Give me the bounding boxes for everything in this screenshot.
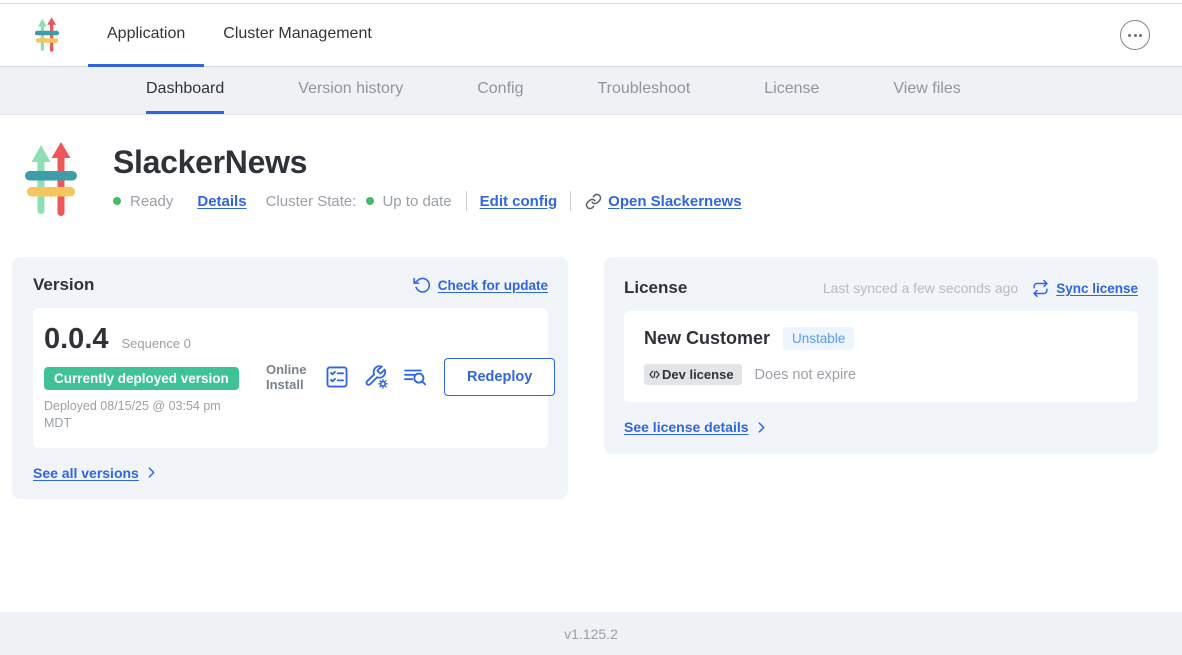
subnav-config[interactable]: Config [477, 67, 523, 114]
page-title: SlackerNews [113, 144, 742, 181]
tab-cluster-management[interactable]: Cluster Management [204, 4, 391, 67]
tab-application[interactable]: Application [88, 4, 204, 67]
deployed-timestamp: Deployed 08/15/25 @ 03:54 pm MDT [44, 398, 249, 432]
app-subnav: Dashboard Version history Config Trouble… [0, 67, 1182, 115]
license-card: License Last synced a few seconds ago Sy… [604, 257, 1158, 454]
ready-status-dot [113, 197, 121, 205]
app-header: Application Cluster Management [0, 4, 1182, 67]
version-sequence: Sequence 0 [122, 336, 191, 351]
last-synced-text: Last synced a few seconds ago [823, 280, 1018, 296]
cluster-state-text: Up to date [382, 193, 451, 210]
subnav-version-history[interactable]: Version history [298, 67, 403, 114]
sync-license-link[interactable]: Sync license [1056, 281, 1138, 296]
dashboard-cards: Version Check for update 0.0.4 Sequ [12, 257, 1158, 499]
license-expiry: Does not expire [755, 367, 857, 383]
link-icon [585, 193, 602, 210]
divider [466, 191, 467, 211]
status-details-link[interactable]: Details [197, 193, 246, 210]
config-tools-icon[interactable] [363, 364, 389, 390]
subnav-dashboard[interactable]: Dashboard [146, 67, 224, 114]
chevron-right-icon [754, 420, 769, 435]
refresh-icon [413, 276, 431, 294]
app-status-text: Ready [130, 193, 173, 210]
license-card-title: License [624, 278, 687, 298]
subnav-license[interactable]: License [764, 67, 819, 114]
app-heading-section: SlackerNews Ready Details Cluster State:… [12, 142, 1158, 218]
license-card-header: License Last synced a few seconds ago Sy… [624, 278, 1138, 298]
chevron-right-icon [144, 465, 159, 480]
currently-deployed-badge: Currently deployed version [44, 367, 239, 390]
customer-name: New Customer [644, 328, 770, 349]
see-all-versions-link[interactable]: See all versions [33, 465, 139, 481]
edit-config-link[interactable]: Edit config [480, 193, 558, 210]
more-options-icon [1128, 34, 1131, 37]
view-logs-icon[interactable] [402, 364, 428, 390]
license-panel: New Customer Unstable Dev license [624, 311, 1138, 402]
sync-icon [1032, 280, 1049, 297]
divider [570, 191, 571, 211]
console-version: v1.125.2 [564, 626, 618, 642]
version-card-title: Version [33, 275, 94, 295]
channel-badge: Unstable [783, 327, 854, 350]
check-for-update-link[interactable]: Check for update [438, 278, 548, 293]
header-right [1120, 4, 1150, 66]
code-icon [648, 368, 661, 381]
current-version-panel: 0.0.4 Sequence 0 Currently deployed vers… [33, 308, 548, 448]
version-actions: Online Install [266, 358, 555, 396]
app-footer: v1.125.2 [0, 612, 1182, 655]
app-logo[interactable] [33, 4, 61, 66]
install-type-label: Online Install [266, 362, 311, 393]
app-status-row: Ready Details Cluster State: Up to date … [113, 191, 742, 211]
dashboard-main: SlackerNews Ready Details Cluster State:… [0, 115, 1182, 612]
license-type-text: Dev license [662, 367, 734, 382]
subnav-troubleshoot[interactable]: Troubleshoot [597, 67, 690, 114]
cluster-state-dot [366, 197, 374, 205]
license-type-badge: Dev license [644, 364, 742, 385]
version-card: Version Check for update 0.0.4 Sequ [12, 257, 568, 499]
cluster-state-label: Cluster State: [266, 193, 357, 210]
open-app-link[interactable]: Open Slackernews [608, 193, 741, 210]
subnav-view-files[interactable]: View files [893, 67, 960, 114]
primary-tabs: Application Cluster Management [88, 4, 391, 66]
redeploy-button[interactable]: Redeploy [444, 358, 555, 396]
more-options-button[interactable] [1120, 20, 1150, 50]
preflight-checks-icon[interactable] [324, 364, 350, 390]
app-logo-icon [33, 17, 61, 53]
version-number: 0.0.4 [44, 323, 109, 356]
app-icon [21, 142, 81, 218]
see-license-details-link[interactable]: See license details [624, 419, 749, 435]
version-card-header: Version Check for update [33, 275, 548, 295]
